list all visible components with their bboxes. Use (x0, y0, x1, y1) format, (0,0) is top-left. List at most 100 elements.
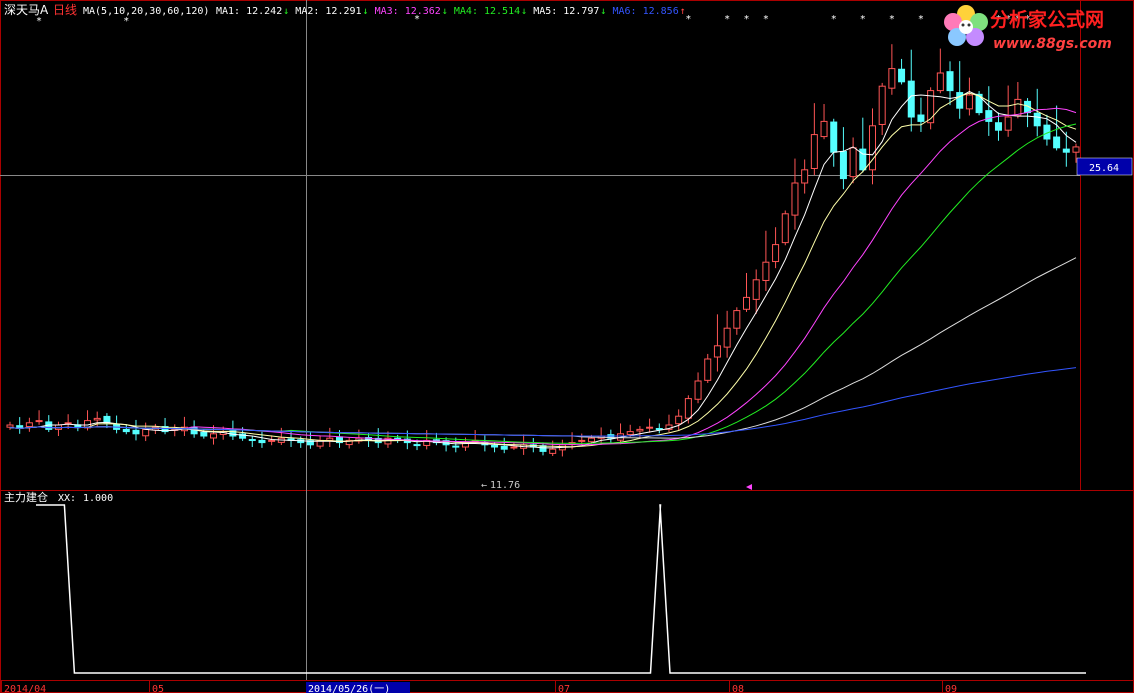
candle-body (452, 445, 460, 448)
candle-body (839, 151, 847, 180)
flower-icon (944, 5, 988, 46)
candle-body (500, 445, 508, 450)
candle (6, 421, 14, 430)
candle-body (578, 439, 586, 442)
candle (665, 414, 673, 433)
logo-text: 分析家公式网 (990, 8, 1104, 31)
cursor-date: 2014/05/26(一) (308, 684, 390, 693)
candle (907, 49, 915, 132)
candle (607, 429, 615, 444)
signal-marker: * (831, 14, 837, 25)
candle (54, 421, 62, 436)
candlestick-chart[interactable]: ***************** 深天马A 日线 MA(5,10,20,30,… (0, 0, 1134, 693)
signal-marker: * (860, 14, 866, 25)
candle-body (704, 358, 712, 381)
x-tick-label: 2014/04 (4, 684, 46, 693)
candle (830, 118, 838, 167)
candle-body (93, 417, 101, 421)
stock-chart-window: ***************** 深天马A 日线 MA(5,10,20,30,… (0, 0, 1134, 693)
candle-body (132, 429, 140, 435)
candle-body (752, 279, 760, 300)
candle (849, 137, 857, 184)
candle (839, 127, 847, 190)
candle (772, 227, 780, 269)
candle (326, 427, 334, 447)
candle (180, 416, 188, 436)
candle (859, 117, 867, 173)
sub-xx-value: 1.000 (83, 493, 113, 504)
outer-frame (0, 0, 1134, 693)
candle-body (16, 425, 24, 428)
price-tag-value: 25.64 (1089, 163, 1119, 174)
ma-legend-item: MA4: 12.514 (454, 6, 520, 17)
sub-title: 主力建仓 (4, 490, 48, 504)
candle-body (888, 68, 896, 89)
candle (888, 44, 896, 95)
candle (306, 432, 314, 449)
candle-body (781, 213, 789, 244)
candle (16, 417, 24, 434)
signal-marker: * (36, 16, 42, 27)
candle (801, 159, 809, 194)
candle-body (723, 327, 731, 348)
candle (868, 108, 876, 185)
moving-averages-layer (9, 90, 1077, 449)
candle-body (103, 415, 111, 424)
ma-line-ma5 (9, 257, 1077, 439)
candle-body (684, 398, 692, 419)
candle (103, 413, 111, 429)
ma-line-ma3 (9, 107, 1077, 446)
candle (675, 409, 683, 431)
candle-body (1033, 112, 1041, 127)
x-tick-label: 08 (732, 684, 744, 693)
candle-body (210, 433, 218, 439)
ma-line-ma4 (9, 123, 1077, 444)
candle (35, 410, 43, 425)
candle (655, 423, 663, 434)
candle-body (917, 114, 925, 122)
candle-body (200, 431, 208, 437)
candle (762, 230, 770, 292)
candle-body (994, 122, 1002, 131)
candle (752, 269, 760, 314)
candle (423, 430, 431, 450)
cursor-marker-icon (746, 484, 752, 490)
candle (1004, 85, 1012, 137)
candle (316, 435, 324, 449)
candle-body (878, 85, 886, 125)
candle-body (122, 428, 130, 433)
candle-body (1053, 136, 1061, 149)
candle (142, 422, 150, 442)
signal-marker: * (724, 14, 730, 25)
candle (985, 86, 993, 136)
signal-marker: * (889, 14, 895, 25)
candle (442, 437, 450, 452)
ma-trend-arrow-icon: ↑ (680, 6, 686, 17)
candle-body (1014, 98, 1022, 117)
candle-body (965, 94, 973, 110)
candle (936, 48, 944, 94)
candle-body (1072, 146, 1080, 153)
x-axis: 2014/04 05 07 08 09 (1, 680, 957, 693)
ma-line-ma6 (9, 367, 1077, 437)
candle (432, 432, 440, 446)
candle-body (946, 71, 954, 92)
candle (617, 423, 625, 445)
candle (956, 61, 964, 119)
candle (733, 307, 741, 335)
candle (355, 429, 363, 444)
candle (898, 58, 906, 85)
candle-body (636, 428, 644, 432)
ma-legend-item: MA1: 12.242 (216, 6, 282, 17)
ma-definition: MA(5,10,20,30,60,120) (83, 6, 209, 17)
candle (558, 439, 566, 457)
candle (791, 158, 799, 230)
ma-trend-arrow-icon: ↓ (362, 6, 368, 17)
candle-body (743, 296, 751, 310)
stock-name: 深天马A (4, 3, 49, 17)
ma-legend-item: MA3: 12.362 (375, 6, 441, 17)
candle-body (849, 147, 857, 178)
candle (151, 423, 159, 435)
candle (917, 97, 925, 132)
candle-body (820, 120, 828, 138)
